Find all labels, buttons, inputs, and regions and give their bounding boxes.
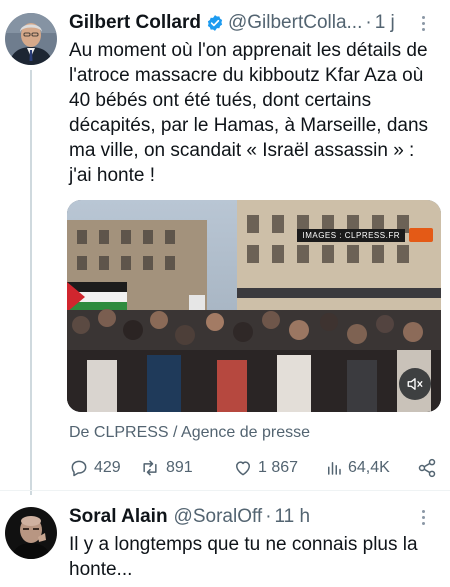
tweet-video[interactable]: IMAGES : CLPRESS.FR <box>67 200 441 412</box>
tweet-actions-bar: 429 891 1 867 64,4K <box>69 453 441 483</box>
tweet-gilbert-collard[interactable]: Gilbert Collard @GilbertColla... · 1 j A… <box>0 0 450 495</box>
separator-dot: · <box>265 506 272 527</box>
tweet-soral-alain[interactable]: Soral Alain @SoralOff · 11 h Il y a long… <box>0 490 450 587</box>
author-name[interactable]: Gilbert Collard <box>69 12 201 34</box>
reply-count: 429 <box>94 459 121 476</box>
author-handle[interactable]: @GilbertColla... <box>228 12 362 34</box>
avatar-gilbert-collard[interactable] <box>5 13 57 65</box>
retweet-button[interactable]: 891 <box>139 458 233 478</box>
thread-line <box>30 70 32 495</box>
like-button[interactable]: 1 867 <box>233 458 325 478</box>
video-watermark: IMAGES : CLPRESS.FR <box>297 228 433 242</box>
tweet-text: Il y a longtemps que tu ne connais plus … <box>69 534 418 580</box>
reply-button[interactable]: 429 <box>69 458 139 478</box>
channel-logo-icon <box>409 228 433 242</box>
more-options-icon[interactable] <box>412 504 434 530</box>
views-count: 64,4K <box>348 459 390 476</box>
retweet-count: 891 <box>166 459 193 476</box>
more-options-icon[interactable] <box>412 10 434 36</box>
like-count: 1 867 <box>258 459 299 476</box>
media-source-label[interactable]: De CLPRESS / Agence de presse <box>69 424 310 442</box>
share-icon <box>418 458 436 478</box>
tweet-timestamp[interactable]: 11 h <box>275 506 311 528</box>
tweet-timestamp[interactable]: 1 j <box>375 12 395 34</box>
tweet-text: Au moment où l'on apprenait les détails … <box>69 40 429 186</box>
watermark-text: IMAGES : CLPRESS.FR <box>297 228 405 242</box>
heart-icon <box>236 461 250 476</box>
views-chart-icon <box>328 462 341 475</box>
reply-icon <box>71 460 87 477</box>
separator-dot: · <box>365 12 372 33</box>
speaker-muted-icon[interactable] <box>399 368 431 400</box>
retweet-icon <box>143 460 157 476</box>
views-button[interactable]: 64,4K <box>325 458 417 478</box>
verified-badge-icon <box>206 14 224 32</box>
share-button[interactable] <box>417 458 441 478</box>
tweet-header: Gilbert Collard @GilbertColla... · 1 j <box>69 10 442 36</box>
tweet-header: Soral Alain @SoralOff · 11 h <box>69 504 442 530</box>
author-name[interactable]: Soral Alain <box>69 506 168 528</box>
author-handle[interactable]: @SoralOff <box>174 506 263 528</box>
avatar-soral-alain[interactable] <box>5 507 57 559</box>
